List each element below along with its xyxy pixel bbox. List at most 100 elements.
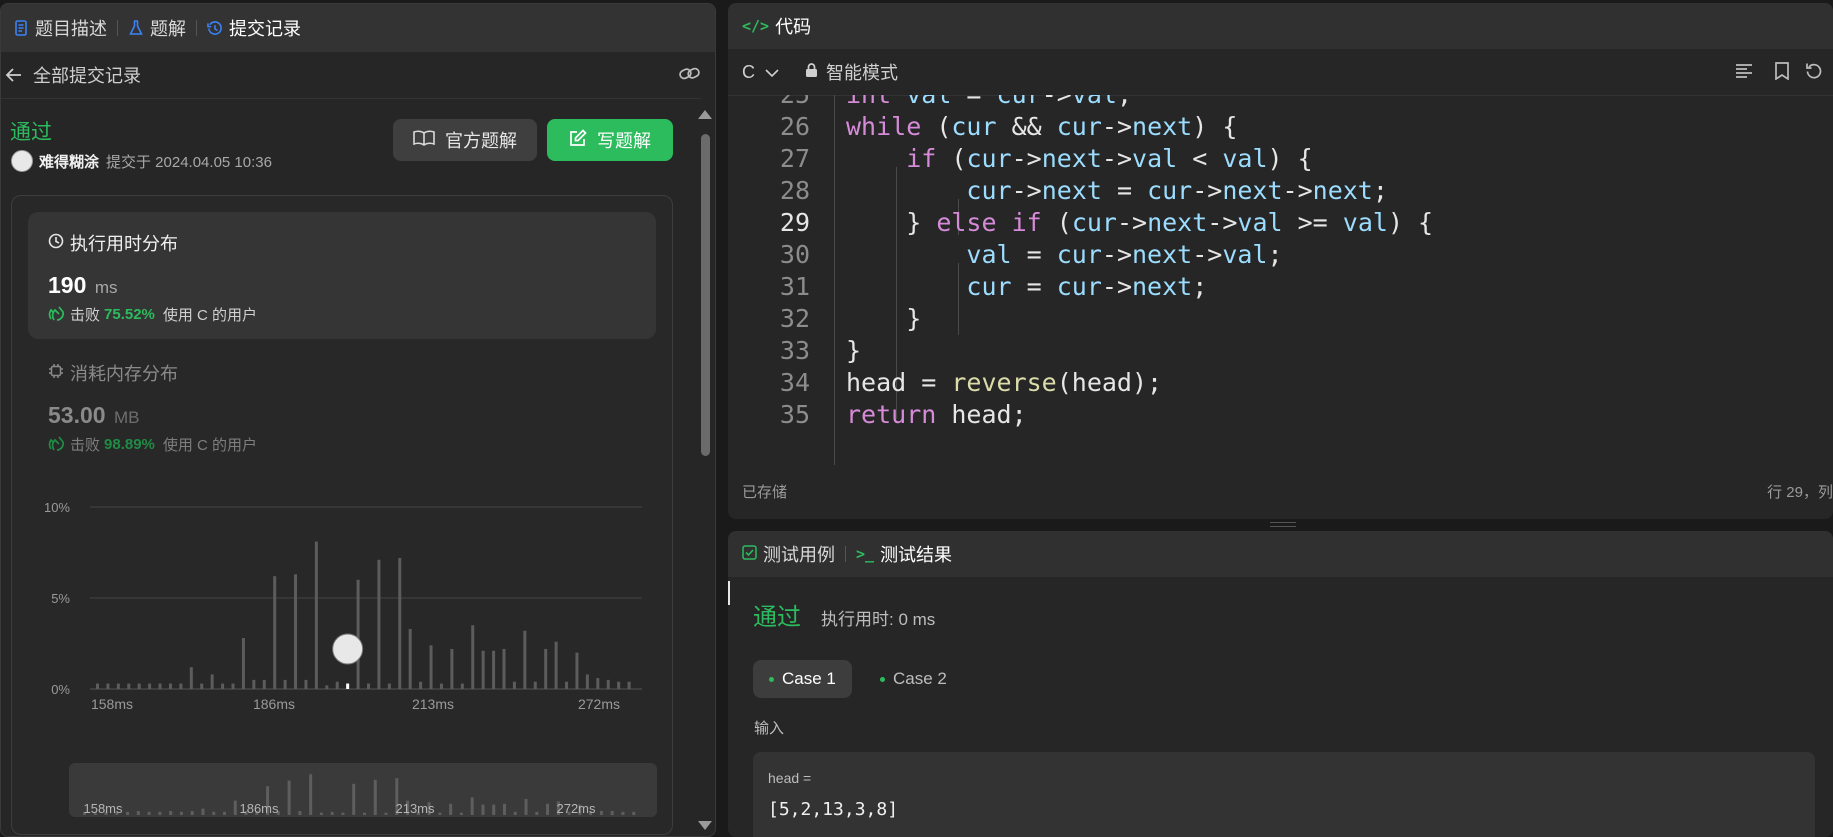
code-editor-panel: </> 代码 C 智能模式 25int val (728, 3, 1833, 519)
bar (168, 683, 172, 689)
x-tick-label: 158ms (91, 696, 133, 712)
tab-submissions-label: 提交记录 (229, 19, 301, 39)
status-dot (769, 676, 774, 682)
test-console-panel: 测试用例 >_ 测试结果 通过 执行用时: 0 ms Case 1 Case 2… (728, 531, 1833, 837)
tab-code[interactable]: </> 代码 (728, 13, 821, 39)
bar (544, 648, 548, 689)
bar (575, 652, 579, 689)
clap-icon (48, 435, 66, 455)
range-selector-chart[interactable]: 158ms 186ms 213ms 272ms (69, 763, 657, 817)
format-icon[interactable] (1735, 63, 1753, 84)
language-select[interactable]: C (742, 62, 779, 83)
bar (116, 683, 120, 689)
history-icon (207, 19, 223, 37)
bar (596, 678, 600, 689)
lock-icon (805, 62, 818, 83)
bar (492, 650, 496, 689)
tab-solution-label: 题解 (150, 19, 186, 39)
mini-bar (201, 808, 205, 815)
case-2-label: Case 2 (893, 669, 947, 688)
terminal-icon: >_ (856, 545, 875, 563)
case-1-label: Case 1 (782, 669, 836, 688)
y-tick-label: 0% (51, 682, 70, 697)
mini-bar (190, 811, 194, 815)
left-scrollbar[interactable] (695, 104, 715, 836)
language-value: C (742, 61, 755, 82)
bar (148, 683, 152, 689)
bar (127, 683, 131, 689)
mode-indicator[interactable]: 智能模式 (805, 59, 898, 85)
mini-bar (438, 812, 442, 815)
runtime-distribution-chart[interactable]: 10% 5% 0% 158ms 186ms 213ms 272ms (12, 491, 652, 751)
tab-description-label: 题目描述 (35, 19, 107, 39)
tab-testresult-label: 测试结果 (880, 545, 953, 565)
official-solution-button[interactable]: 官方题解 (393, 119, 537, 161)
runtime-value-row: 190 ms (48, 272, 118, 299)
write-solution-button[interactable]: 写题解 (547, 119, 673, 161)
bar (231, 683, 235, 689)
flask-icon (128, 19, 144, 37)
runtime-card[interactable]: 执行用时分布 190 ms 击败 75.52% 使用 C 的用户 (28, 212, 656, 339)
mini-bar (481, 804, 485, 815)
saved-status: 已存储 (742, 483, 788, 501)
runtime-value: 190 (48, 272, 87, 298)
mini-bar (309, 774, 313, 815)
result-runtime: 执行用时: 0 ms (821, 610, 936, 629)
x-tick-label: 186ms (253, 696, 295, 712)
scroll-up-icon[interactable] (698, 110, 712, 119)
x-tick-label: 213ms (412, 696, 454, 712)
cursor-position: 行 29，列 (1767, 483, 1833, 501)
scroll-down-icon[interactable] (698, 821, 712, 830)
mini-bar (449, 803, 453, 815)
runtime-beat-prefix: 击败 (70, 307, 101, 324)
memory-value-row: 53.00 MB (48, 402, 140, 429)
memory-value: 53.00 (48, 402, 106, 428)
case-1-tab[interactable]: Case 1 (753, 660, 852, 698)
editor-statusbar: 已存储 行 29，列 (728, 463, 1833, 519)
submitter-name[interactable]: 难得糊涂 (39, 151, 99, 172)
panel-resize-handle[interactable] (1270, 522, 1296, 527)
mini-bar (179, 811, 183, 815)
bar (367, 683, 370, 689)
back-arrow-icon[interactable] (5, 67, 25, 83)
link-icon[interactable] (679, 65, 701, 88)
tab-testcases[interactable]: 测试用例 (728, 541, 845, 567)
memory-beat-pct: 98.89% (104, 436, 155, 453)
memory-section[interactable]: 消耗内存分布 53.00 MB 击败 98.89% 使用 C 的用户 (28, 346, 656, 454)
bar (96, 683, 99, 689)
bar (419, 681, 423, 689)
code-line[interactable]: 35 return head; (728, 396, 1833, 433)
case-2-tab[interactable]: Case 2 (864, 660, 963, 698)
memory-unit: MB (114, 408, 140, 427)
clock-icon (48, 233, 64, 254)
runtime-beats-row: 击败 75.52% 使用 C 的用户 (48, 304, 257, 325)
mini-bar (384, 812, 388, 815)
editor-tab-bar: </> 代码 (728, 3, 1833, 49)
stats-card: 执行用时分布 190 ms 击败 75.52% 使用 C 的用户 消耗内存分布 (11, 195, 673, 835)
variable-name: head = (768, 770, 812, 786)
bar (502, 648, 506, 689)
bookmark-icon[interactable] (1775, 62, 1789, 85)
bar (335, 681, 339, 689)
tab-testresult[interactable]: >_ 测试结果 (846, 541, 962, 567)
mini-bar (524, 799, 528, 815)
code-area[interactable]: 25int val = cur->val;26while (cur && cur… (728, 95, 1833, 465)
scrollbar-thumb[interactable] (701, 134, 710, 456)
status-dot (880, 676, 885, 682)
reset-icon[interactable] (1805, 62, 1823, 85)
avatar[interactable] (11, 150, 33, 172)
all-submissions-link[interactable]: 全部提交记录 (33, 62, 141, 88)
tab-submissions[interactable]: 提交记录 (197, 15, 311, 41)
bar (179, 683, 183, 689)
mode-label: 智能模式 (826, 63, 898, 83)
mini-x-tick-label: 272ms (556, 801, 596, 816)
bar (294, 574, 298, 689)
bar (398, 557, 402, 689)
mini-bar (287, 780, 291, 815)
bar (627, 681, 631, 689)
bar (523, 630, 527, 689)
tab-solution[interactable]: 题解 (118, 15, 196, 41)
tab-description[interactable]: 题目描述 (3, 15, 117, 41)
chip-icon (48, 363, 64, 384)
tab-testcases-label: 测试用例 (763, 545, 835, 565)
